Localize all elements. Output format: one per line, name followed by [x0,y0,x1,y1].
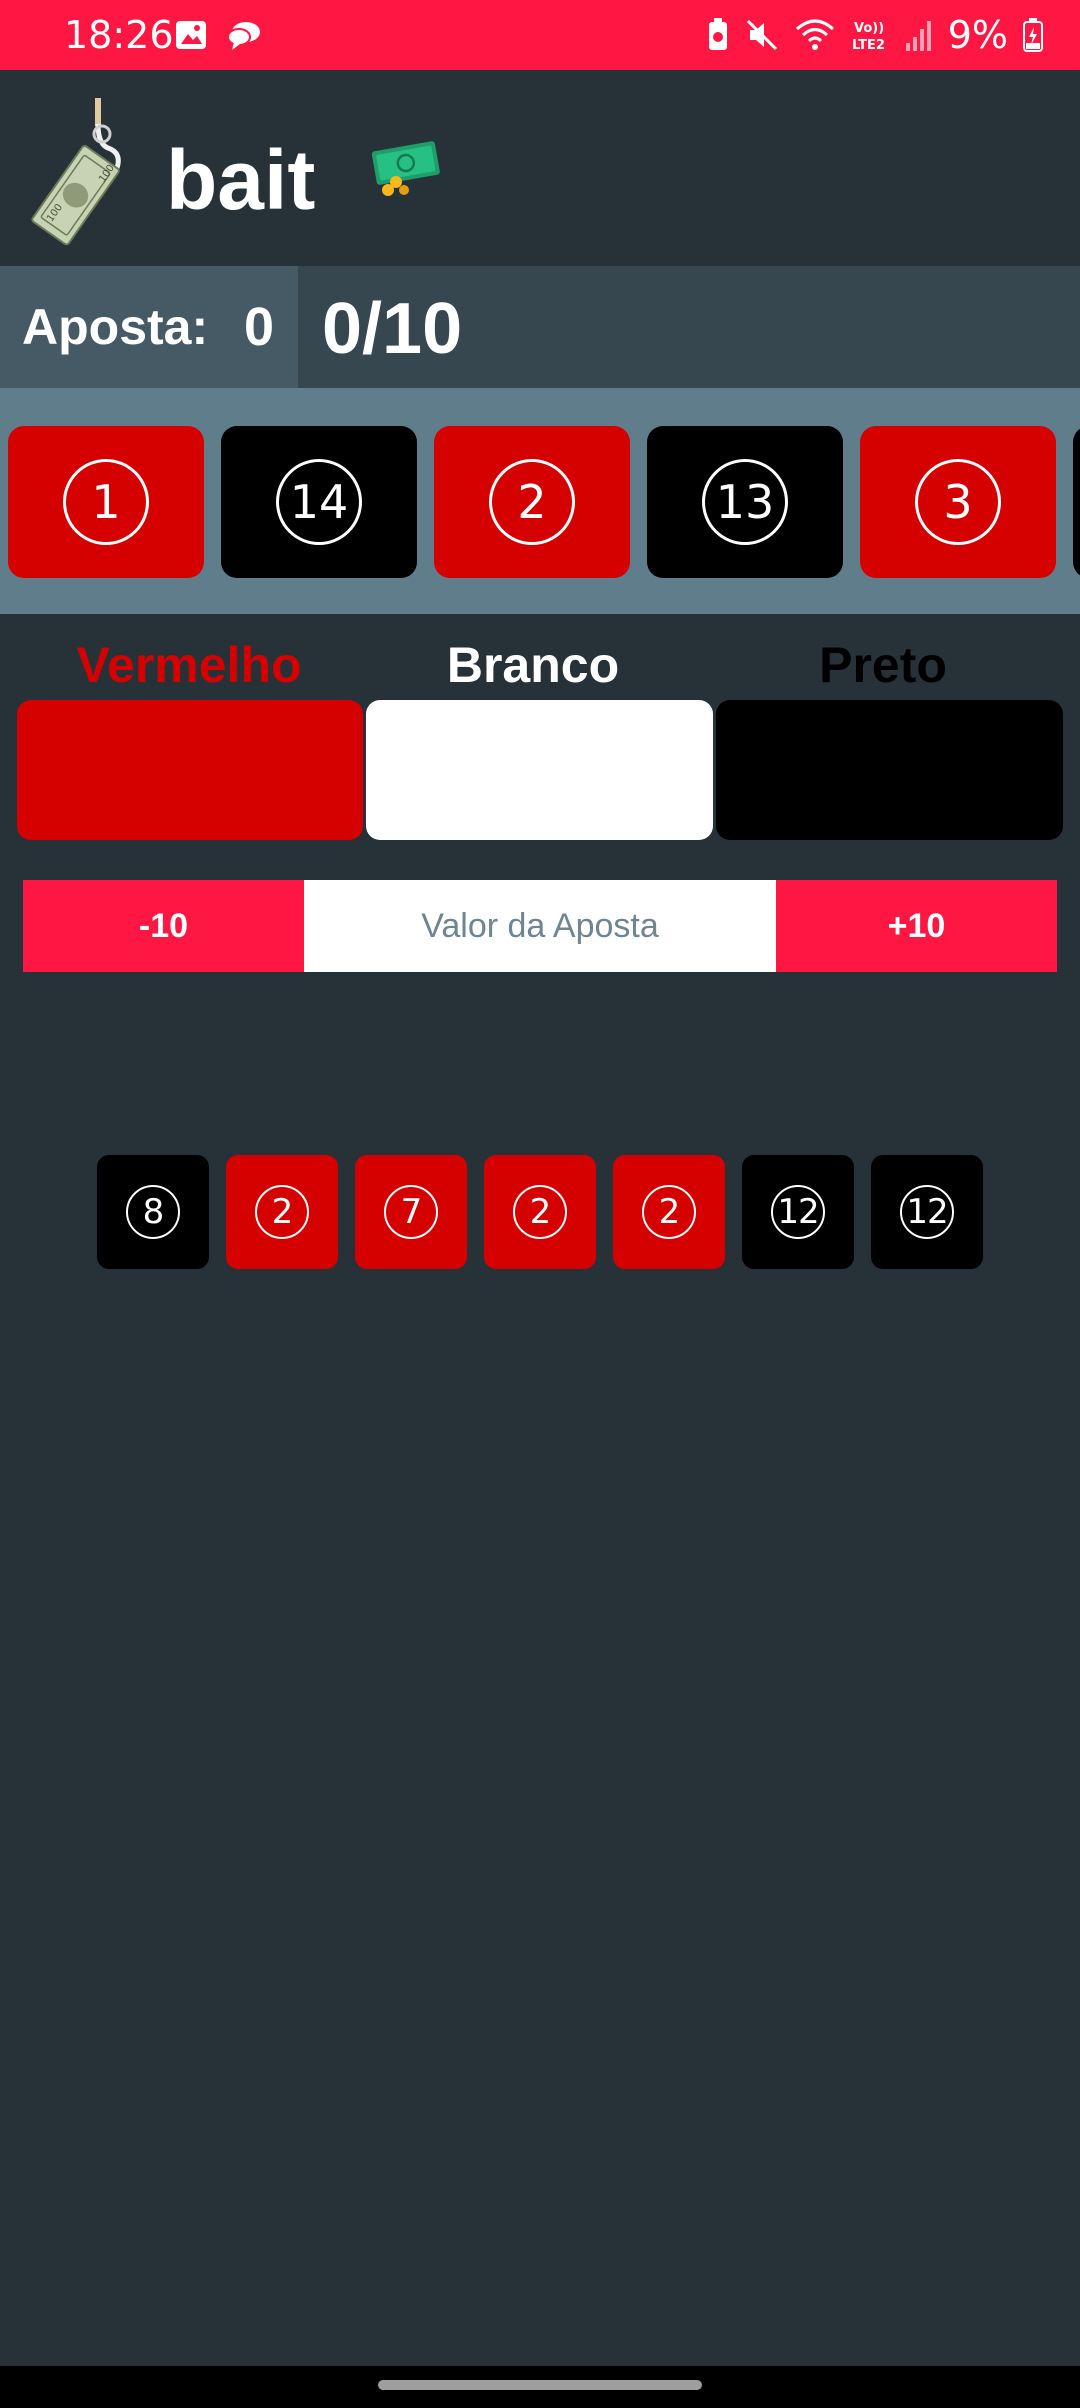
color-label-black: Preto [819,637,947,693]
battery-saver-icon [708,18,727,50]
spin-tile-number: 13 [702,459,788,545]
history-tile: 2 [613,1155,725,1269]
history-tile-number: 12 [771,1185,825,1239]
color-label-red: Vermelho [76,637,302,693]
history-tile: 2 [484,1155,596,1269]
bet-summary: Aposta: 0 [0,266,298,388]
spin-tile-number: 14 [276,459,362,545]
home-gesture-handle[interactable] [378,2380,702,2390]
history-tile: 7 [355,1155,467,1269]
color-label-white: Branco [446,637,620,693]
status-left-icons [174,18,262,52]
status-right-icons: Vo)) LTE2 9% [706,10,1044,60]
svg-text:LTE2: LTE2 [852,38,885,53]
status-time: 18:26 [64,13,174,57]
money-icon [371,141,440,196]
navigation-bar [0,2366,1080,2408]
image-icon [176,21,206,49]
spin-tile: 3 [860,426,1056,578]
battery-percent: 9% [947,13,1008,57]
history-tile: 12 [871,1155,983,1269]
history-tile: 2 [226,1155,338,1269]
spin-tile-number: 3 [915,459,1001,545]
bet-amount-input[interactable] [304,880,776,972]
bet-info-bar: Aposta: 0 0/10 [0,266,1080,388]
spin-tile: 1 [8,426,204,578]
bet-black-button[interactable] [716,700,1063,840]
history-tile-number: 7 [384,1185,438,1239]
spin-track: 1 14 2 13 3 [0,388,1080,614]
wifi-icon [795,19,834,50]
status-bar: 18:26 Vo)) LTE2 9% [0,0,1080,70]
bet-white-button[interactable] [366,700,713,840]
spin-tile: 13 [647,426,843,578]
svg-text:Vo)): Vo)) [854,21,884,36]
app-title: bait [166,133,316,227]
history-tile-number: 12 [900,1185,954,1239]
history-tile-number: 2 [513,1185,567,1239]
chat-bubble-icon [227,22,260,50]
spin-tile-partial [1073,426,1080,578]
results-history: 8 2 7 2 2 12 12 [97,1155,983,1269]
mute-icon [746,19,777,51]
bet-progress: 0/10 [322,289,463,369]
decrease-bet-button[interactable]: -10 [23,880,304,972]
spin-tile-number: 2 [489,459,575,545]
spin-tile: 14 [221,426,417,578]
money-hook-logo-icon: 100 100 [31,98,121,246]
increase-bet-button[interactable]: +10 [776,880,1057,972]
spin-tile-number: 1 [63,459,149,545]
bet-label: Aposta: [22,299,209,355]
signal-icon [905,21,931,51]
spin-tile: 2 [434,426,630,578]
history-tile: 12 [742,1155,854,1269]
bet-red-button[interactable] [17,700,363,840]
history-tile-number: 8 [126,1185,180,1239]
history-tile: 8 [97,1155,209,1269]
history-tile-number: 2 [642,1185,696,1239]
volte-icon: Vo)) LTE2 [852,21,885,53]
battery-icon [1023,18,1043,52]
history-tile-number: 2 [255,1185,309,1239]
bet-amount-row: -10 +10 [23,880,1057,972]
bet-value: 0 [244,297,275,357]
app-header: 100 100 bait [0,70,1080,266]
